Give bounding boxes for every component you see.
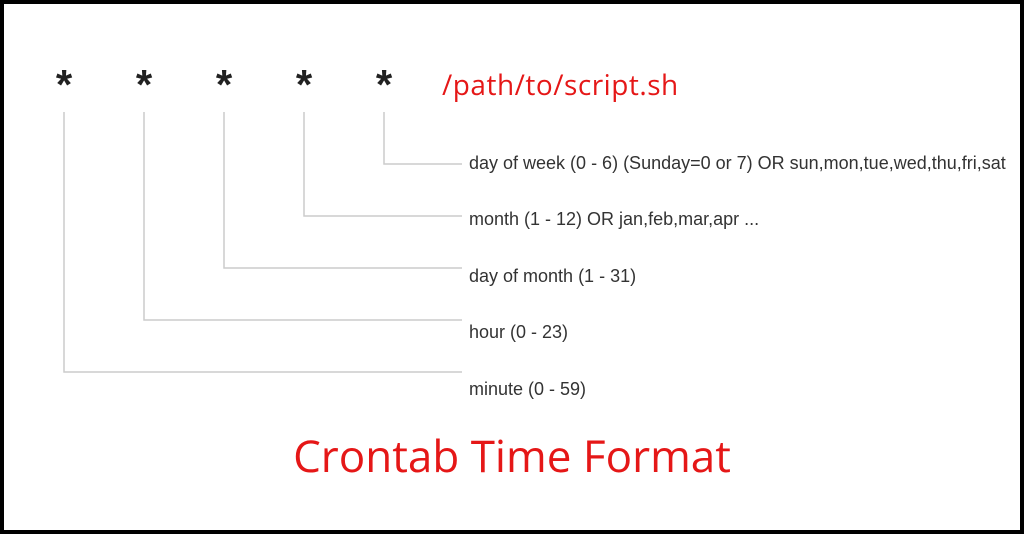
- cron-star-minute: *: [24, 64, 104, 106]
- cron-expression-row: * * * * * /path/to/script.sh: [24, 64, 679, 106]
- diagram-title: Crontab Time Format: [4, 425, 1020, 485]
- cron-star-dow: *: [344, 64, 424, 106]
- label-month: month (1 - 12) OR jan,feb,mar,apr ...: [469, 208, 1006, 231]
- cron-star-hour: *: [104, 64, 184, 106]
- label-dow: day of week (0 - 6) (Sunday=0 or 7) OR s…: [469, 152, 1006, 175]
- script-path: /path/to/script.sh: [442, 66, 679, 104]
- label-minute: minute (0 - 59): [469, 378, 1006, 401]
- cron-star-dom: *: [184, 64, 264, 106]
- diagram-container: * * * * * /path/to/script.sh day of week…: [0, 0, 1024, 534]
- label-hour: hour (0 - 23): [469, 321, 1006, 344]
- label-dom: day of month (1 - 31): [469, 265, 1006, 288]
- field-labels: day of week (0 - 6) (Sunday=0 or 7) OR s…: [469, 152, 1006, 434]
- cron-star-month: *: [264, 64, 344, 106]
